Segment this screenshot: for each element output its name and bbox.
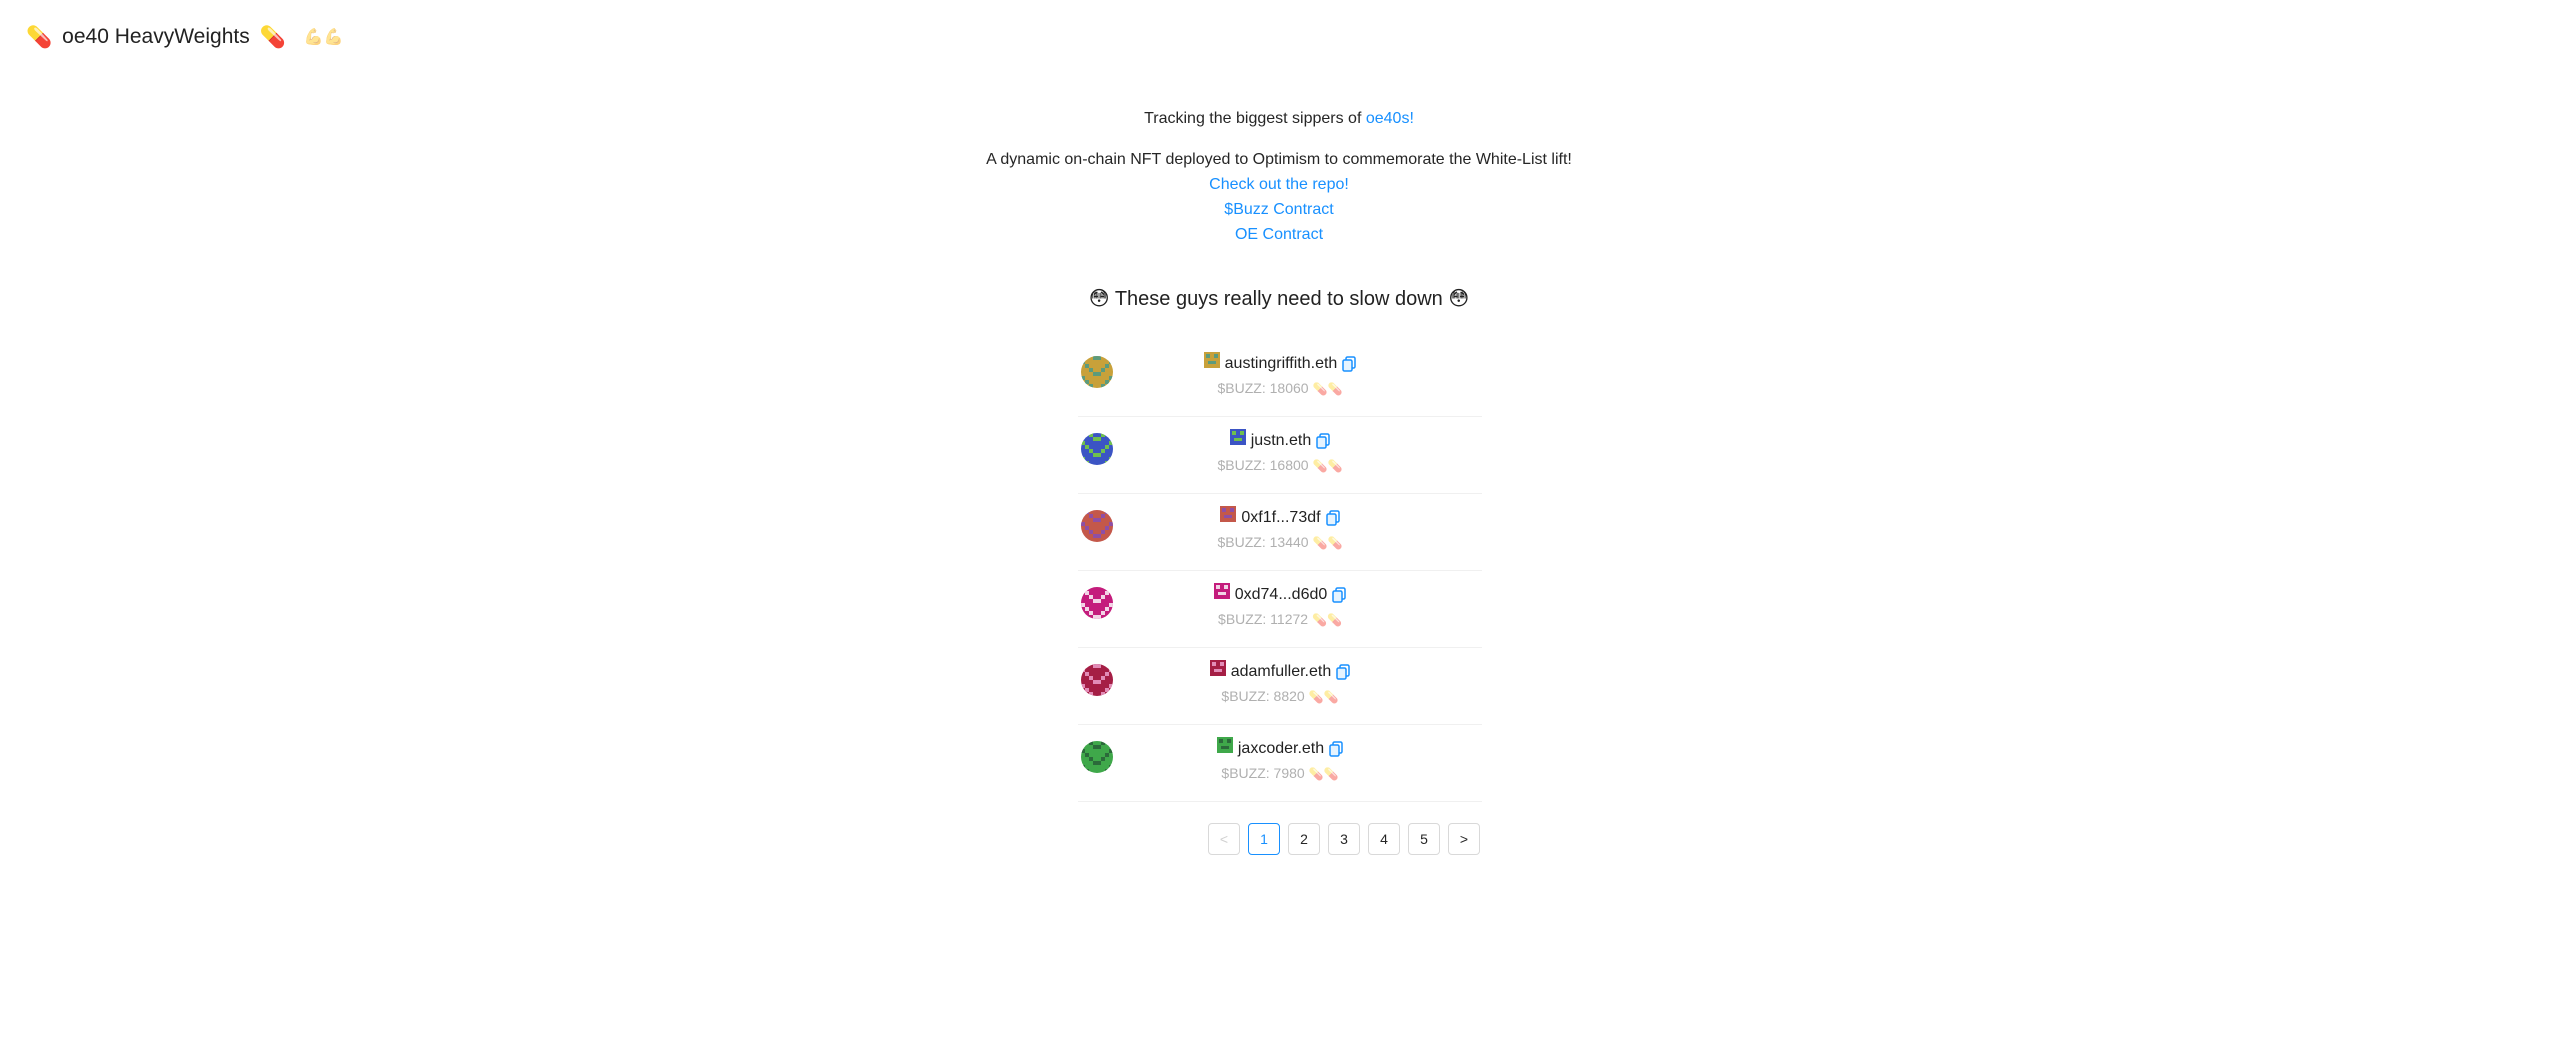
tagline: Tracking the biggest sippers of oe40s! <box>0 106 2558 131</box>
buzz-amount: $BUZZ: 11272 <box>1218 611 1309 627</box>
pagination: < 1 2 3 4 5 > <box>1208 823 1480 855</box>
flushed-face-icon: 😳 <box>1088 288 1110 310</box>
app-header: 💊 oe40 HeavyWeights 💊 💪💪 <box>26 22 344 52</box>
leader-info: jaxcoder.eth $BUZZ: 7980 💊💊 <box>1078 737 1482 785</box>
address-name[interactable]: 0xd74...d6d0 <box>1235 586 1328 604</box>
leaderboard-title-text: These guys really need to slow down <box>1114 288 1443 310</box>
app-title[interactable]: oe40 HeavyWeights <box>62 25 250 49</box>
copy-icon[interactable] <box>1316 433 1330 449</box>
leader-info: justn.eth $BUZZ: 16800 💊💊 <box>1078 429 1482 477</box>
address-line: austingriffith.eth <box>1203 352 1357 376</box>
leader-info: 0xd74...d6d0 $BUZZ: 11272 💊💊 <box>1078 583 1482 631</box>
leaderboard-row: jaxcoder.eth $BUZZ: 7980 💊💊 <box>1078 725 1482 802</box>
buzz-balance: $BUZZ: 8820 💊💊 <box>1078 688 1482 708</box>
buzz-balance: $BUZZ: 11272 💊💊 <box>1078 611 1482 631</box>
links-list: Check out the repo! $Buzz Contract OE Co… <box>0 172 2558 247</box>
buzz-balance: $BUZZ: 13440 💊💊 <box>1078 534 1482 554</box>
buzz-balance: $BUZZ: 7980 💊💊 <box>1078 765 1482 785</box>
buzz-balance: $BUZZ: 18060 💊💊 <box>1078 380 1482 400</box>
muscle-icons: 💪💪 <box>303 29 344 46</box>
copy-icon[interactable] <box>1329 741 1343 757</box>
pill-icon: 💊💊 <box>1312 459 1343 473</box>
page-1-button[interactable]: 1 <box>1248 823 1280 855</box>
buzz-amount: $BUZZ: 8820 <box>1221 688 1305 704</box>
page-2-button[interactable]: 2 <box>1288 823 1320 855</box>
leaderboard-list: austingriffith.eth $BUZZ: 18060 💊💊 justn.et… <box>1078 340 1482 802</box>
buzz-contract-link[interactable]: $Buzz Contract <box>1224 201 1333 218</box>
blockie-icon <box>1229 429 1246 445</box>
pill-icon: 💊💊 <box>1312 536 1343 550</box>
leaderboard-row: austingriffith.eth $BUZZ: 18060 💊💊 <box>1078 340 1482 417</box>
buzz-amount: $BUZZ: 18060 <box>1217 380 1309 396</box>
description: A dynamic on-chain NFT deployed to Optim… <box>986 151 1572 168</box>
pill-icon: 💊💊 <box>1312 613 1342 627</box>
address-line: adamfuller.eth <box>1209 660 1351 684</box>
address-name[interactable]: justn.eth <box>1251 432 1311 450</box>
leader-info: 0xf1f...73df $BUZZ: 13440 💊💊 <box>1078 506 1482 554</box>
leader-info: adamfuller.eth $BUZZ: 8820 💊💊 <box>1078 660 1482 708</box>
next-page-button[interactable]: > <box>1448 823 1480 855</box>
flushed-face-icon: 😳 <box>1448 288 1470 310</box>
copy-icon[interactable] <box>1332 587 1347 603</box>
leaderboard-row: 0xd74...d6d0 $BUZZ: 11272 💊💊 <box>1078 571 1482 648</box>
blockie-icon <box>1209 660 1226 676</box>
address-name[interactable]: austingriffith.eth <box>1225 355 1338 373</box>
address-name[interactable]: adamfuller.eth <box>1231 663 1332 681</box>
pill-icon: 💊 <box>259 25 286 49</box>
repo-link[interactable]: Check out the repo! <box>1209 176 1349 193</box>
leaderboard-row: 0xf1f...73df $BUZZ: 13440 💊💊 <box>1078 494 1482 571</box>
buzz-amount: $BUZZ: 13440 <box>1217 534 1309 550</box>
oe40s-link[interactable]: oe40s! <box>1366 110 1414 127</box>
address-name[interactable]: 0xf1f...73df <box>1241 509 1320 527</box>
page-4-button[interactable]: 4 <box>1368 823 1400 855</box>
pill-icon: 💊💊 <box>1308 767 1339 781</box>
oe-contract-link[interactable]: OE Contract <box>1235 226 1323 243</box>
copy-icon[interactable] <box>1342 356 1357 372</box>
pill-icon: 💊💊 <box>1308 690 1339 704</box>
leader-info: austingriffith.eth $BUZZ: 18060 💊💊 <box>1078 352 1482 400</box>
leaderboard-row: justn.eth $BUZZ: 16800 💊💊 <box>1078 417 1482 494</box>
leaderboard-row: adamfuller.eth $BUZZ: 8820 💊💊 <box>1078 648 1482 725</box>
page-3-button[interactable]: 3 <box>1328 823 1360 855</box>
buzz-balance: $BUZZ: 16800 💊💊 <box>1078 457 1482 477</box>
pill-icon: 💊💊 <box>1312 382 1343 396</box>
copy-icon[interactable] <box>1325 510 1340 526</box>
buzz-amount: $BUZZ: 7980 <box>1221 765 1305 781</box>
address-line: 0xd74...d6d0 <box>1213 583 1347 607</box>
prev-page-button[interactable]: < <box>1208 823 1240 855</box>
pill-icon: 💊 <box>26 25 53 49</box>
blockie-icon <box>1203 352 1220 368</box>
leaderboard-title: 😳 These guys really need to slow down 😳 <box>0 284 2558 314</box>
blockie-icon <box>1220 506 1237 522</box>
address-line: jaxcoder.eth <box>1216 737 1343 761</box>
address-name[interactable]: jaxcoder.eth <box>1238 740 1324 758</box>
page-5-button[interactable]: 5 <box>1408 823 1440 855</box>
buzz-amount: $BUZZ: 16800 <box>1217 457 1309 473</box>
blockie-icon <box>1213 583 1230 599</box>
tagline-text: Tracking the biggest sippers of <box>1144 110 1366 127</box>
address-line: justn.eth <box>1229 429 1330 453</box>
address-line: 0xf1f...73df <box>1220 506 1340 530</box>
blockie-icon <box>1216 737 1233 753</box>
copy-icon[interactable] <box>1336 664 1350 680</box>
intro-section: Tracking the biggest sippers of oe40s! A… <box>0 106 2558 314</box>
